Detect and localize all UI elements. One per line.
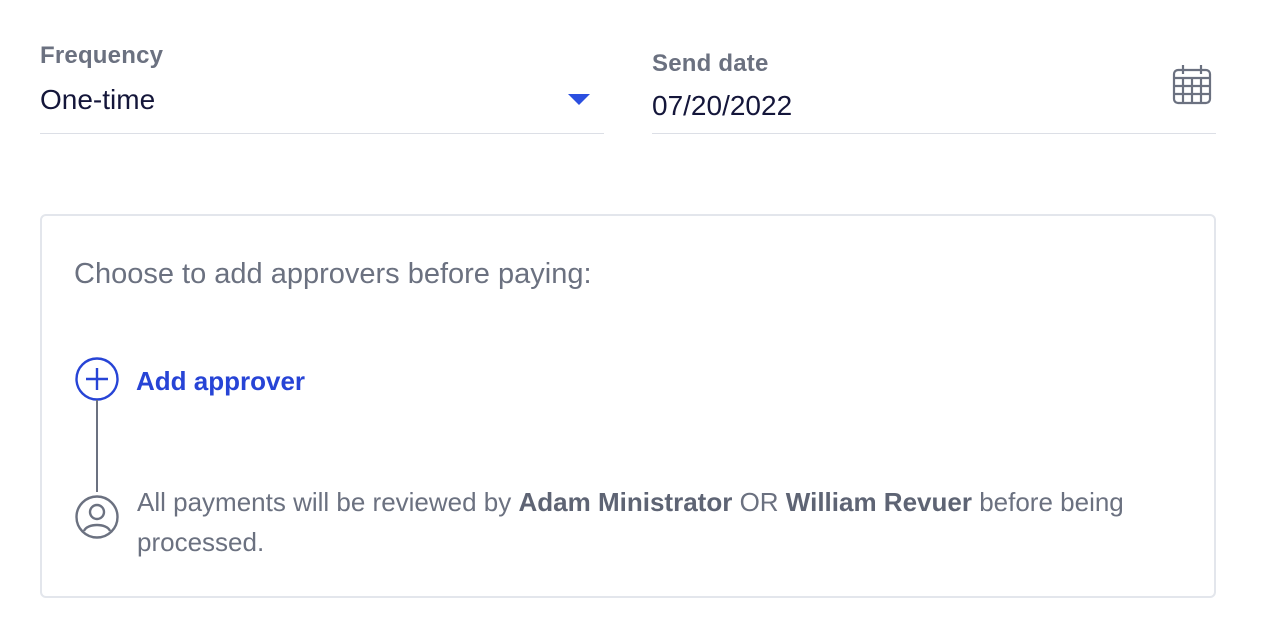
add-approver-label[interactable]: Add approver: [136, 366, 305, 397]
review-prefix: All payments will be reviewed by: [137, 487, 512, 517]
send-date-field: Send date: [652, 0, 1216, 134]
frequency-label: Frequency: [40, 42, 164, 69]
approver-name-1: Adam Ministrator: [518, 487, 733, 517]
approver-name-2: William Revuer: [785, 487, 972, 517]
dropdown-caret-icon[interactable]: [568, 94, 590, 105]
send-date-input[interactable]: [652, 88, 1132, 124]
review-conjunction: OR: [739, 487, 779, 517]
payment-settings-form: Frequency One-time Send date Choose to a…: [0, 0, 1268, 634]
approver-connector-line: [96, 400, 98, 492]
calendar-icon[interactable]: [1172, 62, 1212, 106]
frequency-value[interactable]: One-time: [40, 84, 155, 116]
frequency-select[interactable]: Frequency One-time: [40, 0, 604, 134]
review-notice: All payments will be reviewed by Adam Mi…: [137, 482, 1137, 562]
send-date-label: Send date: [652, 50, 769, 77]
user-circle-icon: [74, 494, 120, 540]
approvers-title: Choose to add approvers before paying:: [74, 258, 592, 290]
add-approver-button[interactable]: Add approver: [74, 356, 305, 407]
approvers-card: Choose to add approvers before paying: A…: [40, 214, 1216, 598]
